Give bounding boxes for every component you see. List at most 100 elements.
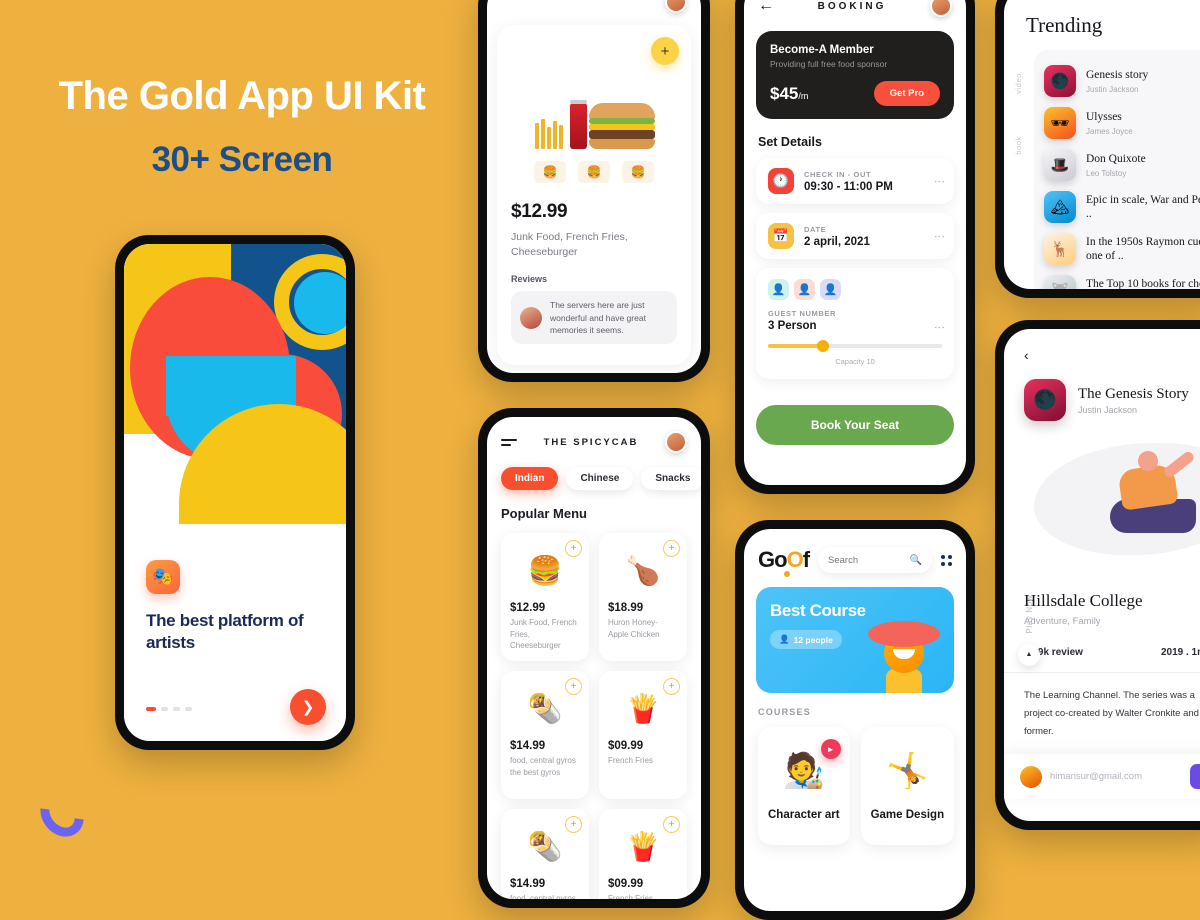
item-description: food, central gyros the best gyros <box>510 894 576 899</box>
book-cover: 🏔 <box>1044 191 1076 223</box>
search-icon[interactable]: 🔍 <box>910 555 922 566</box>
checkin-detail-row[interactable]: 🕐 CHECK IN - OUT 09:30 - 11:00 PM ⋮ <box>756 158 954 204</box>
play-button[interactable]: ▲ <box>1018 643 1040 666</box>
chip-chinese[interactable]: Chinese <box>566 467 634 490</box>
guest-value: 3 Person <box>768 320 817 332</box>
guest-label: GUEST NUMBER <box>768 309 837 318</box>
story-author: Justin Jackson <box>1078 404 1138 415</box>
carousel-dots[interactable] <box>146 707 192 711</box>
food-hero-image <box>511 45 677 149</box>
course-card[interactable]: ► 🧑‍🎨 Character art <box>758 727 850 845</box>
rail-label-video[interactable]: video <box>1014 73 1023 94</box>
item-description: French Fries <box>608 756 653 765</box>
year-duration: 2019 . 1m <box>1160 647 1200 658</box>
list-item[interactable]: 🎩 Don Quixote Leo Tolstoy <box>1044 144 1200 186</box>
screen-trending: Trending video book 🌑 Genesis story Just… <box>1004 0 1200 289</box>
phone-trending-books: Trending video book 🌑 Genesis story Just… <box>995 0 1200 298</box>
hamburger-icon[interactable] <box>501 438 517 446</box>
add-to-cart-button[interactable]: + <box>651 37 679 65</box>
thumbnail[interactable]: 🍔 <box>534 161 566 183</box>
list-item[interactable]: 🌑 Genesis story Justin Jackson <box>1044 60 1200 102</box>
item-price: $12.99 <box>510 602 546 614</box>
phone-goof-courses: GoOf 🔍 Best Course 👤 12 people COUR <box>735 520 975 920</box>
search-bar[interactable]: 🔍 <box>818 547 932 573</box>
menu-item-card[interactable]: + 🍗 $18.99 Huron Honey-Apple Chicken <box>599 533 687 661</box>
menu-header: THE SPICYCAB <box>487 417 701 453</box>
guest-avatars: 👤 👤 👤 <box>768 279 942 300</box>
thumbnail[interactable]: 🍔 <box>578 161 610 183</box>
membership-subtitle: Providing full free food sponsor <box>770 59 888 69</box>
add-item-button[interactable]: + <box>663 678 680 695</box>
phone-restaurant-menu: THE SPICYCAB Indian Chinese Snacks Popul… <box>478 408 710 908</box>
add-item-button[interactable]: + <box>565 540 582 557</box>
people-count: 12 people <box>793 634 833 645</box>
story-header: 🌑 The Genesis Story Justin Jackson <box>1004 363 1200 421</box>
slider-knob[interactable] <box>816 340 829 352</box>
menu-item-card[interactable]: + 🌯 $14.99 food, central gyros the best … <box>501 671 589 799</box>
add-item-button[interactable]: + <box>565 678 582 695</box>
add-item-button[interactable]: + <box>565 816 582 833</box>
get-pro-button[interactable]: Get Pro <box>873 81 940 106</box>
rail-label-book[interactable]: book <box>1014 136 1023 155</box>
book-title: Epic in scale, War and Peace .. <box>1086 193 1200 220</box>
course-card[interactable]: 🤸 Game Design <box>860 727 955 845</box>
back-icon[interactable]: ← <box>758 0 774 14</box>
menu-item-card[interactable]: + 🍟 $09.99 French Fries <box>599 671 687 799</box>
guest-number-card: 👤 👤 👤 GUEST NUMBER 3 Person ⋮ Capacity 1… <box>756 268 954 379</box>
list-item[interactable]: 🕶 Ulysses James Joyce <box>1044 102 1200 144</box>
detail-label: CHECK IN - OUT <box>804 169 872 179</box>
more-options-icon[interactable]: ⋮ <box>933 176 945 186</box>
date-detail-row[interactable]: 📅 DATE 2 april, 2021 ⋮ <box>756 213 954 259</box>
search-input[interactable] <box>828 554 904 566</box>
chip-indian[interactable]: Indian <box>501 467 559 490</box>
avatar[interactable] <box>930 0 952 17</box>
invite-button[interactable]: ➤ Invite <box>1190 764 1200 789</box>
best-course-banner[interactable]: Best Course 👤 12 people <box>756 587 954 693</box>
detail-label: DATE <box>804 224 827 234</box>
thumbnail[interactable]: 🍔 <box>622 161 654 183</box>
next-button[interactable]: ❯ <box>290 689 326 725</box>
item-description: Huron Honey-Apple Chicken <box>608 618 660 639</box>
avatar[interactable] <box>665 0 687 13</box>
category-chips: Indian Chinese Snacks <box>487 453 701 490</box>
grid-menu-icon[interactable] <box>941 554 952 566</box>
chip-snacks[interactable]: Snacks <box>641 467 701 490</box>
banner-character-illustration <box>864 613 944 693</box>
menu-item-card[interactable]: + 🍟 $09.99 French Fries <box>599 809 687 899</box>
avatar[interactable] <box>665 431 687 453</box>
book-title: The Top 10 books for chosen by 125 top .… <box>1086 277 1200 289</box>
book-your-seat-button[interactable]: Book Your Seat <box>756 405 954 445</box>
book-cover: 🌑 <box>1044 65 1076 97</box>
menu-item-card[interactable]: + 🌯 $14.99 food, central gyros the best … <box>501 809 589 899</box>
item-price: $09.99 <box>608 740 644 752</box>
add-item-button[interactable]: + <box>663 540 680 557</box>
book-cover: 🌑 <box>1024 379 1066 421</box>
course-title: Game Design <box>870 809 945 821</box>
play-icon[interactable]: ► <box>820 739 841 759</box>
food-price: $12.99 <box>511 201 568 222</box>
guest-slider[interactable] <box>768 340 942 352</box>
more-options-icon[interactable]: ⋮ <box>933 231 945 241</box>
menu-item-card[interactable]: + 🍔 $12.99 Junk Food, French Fries, Chee… <box>501 533 589 661</box>
more-options-icon[interactable]: ⋮ <box>933 322 945 332</box>
email-field[interactable] <box>1050 771 1182 782</box>
set-details-title: Set Details <box>758 135 822 149</box>
list-item[interactable]: 🦌 In the 1950s Raymon cueneu one of .. <box>1044 228 1200 270</box>
list-item[interactable]: 🐺 The Top 10 books for chosen by 125 top… <box>1044 270 1200 289</box>
book-author: Justin Jackson <box>1086 84 1139 94</box>
screen-story-detail: ‹ 🌑 The Genesis Story Justin Jackson Pla… <box>1004 329 1200 821</box>
detail-value: 2 april, 2021 <box>804 235 870 248</box>
trending-title: Trending <box>1026 13 1103 37</box>
burger-icon <box>588 103 655 149</box>
page-title: The Gold App UI Kit <box>58 74 426 118</box>
popular-menu-title: Popular Menu <box>501 506 587 521</box>
back-icon[interactable]: ‹ <box>1004 329 1200 363</box>
reviews-label: Reviews <box>511 274 548 285</box>
add-item-button[interactable]: + <box>663 816 680 833</box>
food-thumbnails[interactable]: 🍔 🍔 🍔 <box>511 161 677 183</box>
book-title: In the 1950s Raymon cueneu one of .. <box>1086 235 1200 262</box>
play-now-control[interactable]: Play Now ▲ <box>1018 595 1040 666</box>
book-author: James Joyce <box>1086 126 1133 136</box>
book-title: Don Quixote <box>1086 153 1146 166</box>
list-item[interactable]: 🏔 Epic in scale, War and Peace .. <box>1044 186 1200 228</box>
